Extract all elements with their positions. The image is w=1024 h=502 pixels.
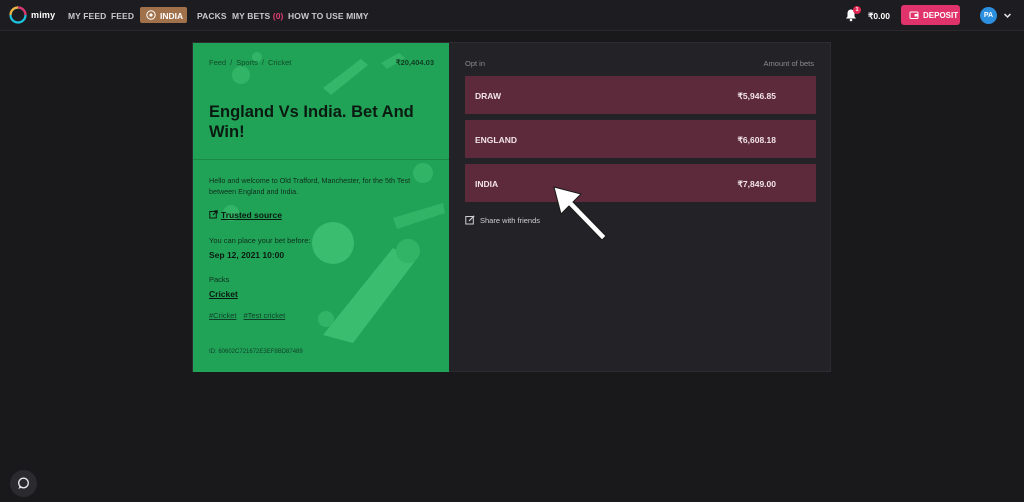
nav-india[interactable]: INDIA <box>140 7 187 23</box>
event-title: England Vs India. Bet And Win! <box>209 103 414 141</box>
nav-my-feed[interactable]: MY FEED <box>68 11 106 21</box>
packs-label: Packs <box>209 275 230 284</box>
breadcrumb-feed[interactable]: Feed <box>209 58 226 67</box>
event-card: Feed / Sports / Cricket ₹20,404.03 England V… <box>192 42 831 372</box>
bet-option-england[interactable]: ENGLAND ₹6,608.18 <box>465 120 816 158</box>
share-edit-icon <box>465 215 475 225</box>
avatar[interactable]: PA <box>980 7 997 24</box>
external-link-icon <box>209 210 218 219</box>
amount-of-bets-label: Amount of bets <box>763 59 814 68</box>
bet-deadline: Sep 12, 2021 10:00 <box>209 250 285 260</box>
breadcrumb-separator: / <box>230 58 233 67</box>
wallet-icon <box>909 11 919 19</box>
event-description: Hello and welcome to Old Trafford, Manch… <box>209 176 411 196</box>
place-bet-label: You can place your bet before: <box>209 236 311 245</box>
cricket-illustration <box>223 52 445 343</box>
nav-packs[interactable]: PACKS <box>197 11 227 21</box>
india-flag-icon <box>146 10 156 20</box>
notification-badge: 1 <box>853 6 861 14</box>
deposit-button[interactable]: DEPOSIT <box>901 5 960 25</box>
balance-amount: ₹0.00 <box>868 11 890 21</box>
trusted-source-label: Trusted source <box>221 210 282 220</box>
chat-button[interactable] <box>10 470 37 497</box>
breadcrumb: Feed / Sports / Cricket <box>209 58 291 67</box>
option-amount: ₹7,849.00 <box>737 179 777 189</box>
event-info-panel: Feed / Sports / Cricket ₹20,404.03 England V… <box>193 43 449 372</box>
option-amount: ₹5,946.85 <box>737 91 777 101</box>
option-name: INDIA <box>475 179 499 189</box>
option-amount: ₹6,608.18 <box>737 135 777 145</box>
prize-pool: ₹20,404.03 <box>395 58 434 67</box>
bet-option-india[interactable]: INDIA ₹7,849.00 <box>465 164 816 202</box>
divider <box>193 159 449 160</box>
tag-test-cricket[interactable]: #Test cricket <box>244 311 286 320</box>
logo-text[interactable]: mimy <box>31 10 55 20</box>
chevron-down-icon[interactable] <box>1003 11 1012 20</box>
chat-bubble-icon <box>18 477 29 489</box>
trusted-source-link[interactable]: Trusted source <box>209 210 282 220</box>
pointer-arrow-icon <box>553 186 607 241</box>
my-bets-count: (0) <box>272 11 284 21</box>
option-name: ENGLAND <box>475 135 518 145</box>
nav-india-label: INDIA <box>160 11 184 21</box>
opt-in-label: Opt in <box>465 59 486 68</box>
packs-link[interactable]: Cricket <box>209 289 238 299</box>
mimy-logo-icon[interactable] <box>9 6 27 24</box>
tag-list: #Cricket #Test cricket <box>209 311 292 320</box>
tag-cricket[interactable]: #Cricket <box>209 311 237 320</box>
event-id: ID: 60602C721672E3EF8BD87489 <box>209 349 303 355</box>
top-navigation-bar: mimy MY FEED FEED INDIA PACKS MY BETS (0… <box>0 0 1024 31</box>
option-name: DRAW <box>475 91 501 101</box>
share-with-friends-link[interactable]: Share with friends <box>465 215 540 225</box>
breadcrumb-sports[interactable]: Sports <box>236 58 258 67</box>
nav-feed[interactable]: FEED <box>111 11 134 21</box>
nav-my-bets[interactable]: MY BETS (0) <box>232 11 284 21</box>
nav-my-bets-label: MY BETS <box>232 11 271 21</box>
deposit-label: DEPOSIT <box>923 11 959 20</box>
bet-option-draw[interactable]: DRAW ₹5,946.85 <box>465 76 816 114</box>
share-label: Share with friends <box>480 216 541 225</box>
breadcrumb-cricket[interactable]: Cricket <box>268 58 291 67</box>
nav-how-to[interactable]: HOW TO USE MIMY <box>288 11 369 21</box>
breadcrumb-separator: / <box>261 58 264 67</box>
